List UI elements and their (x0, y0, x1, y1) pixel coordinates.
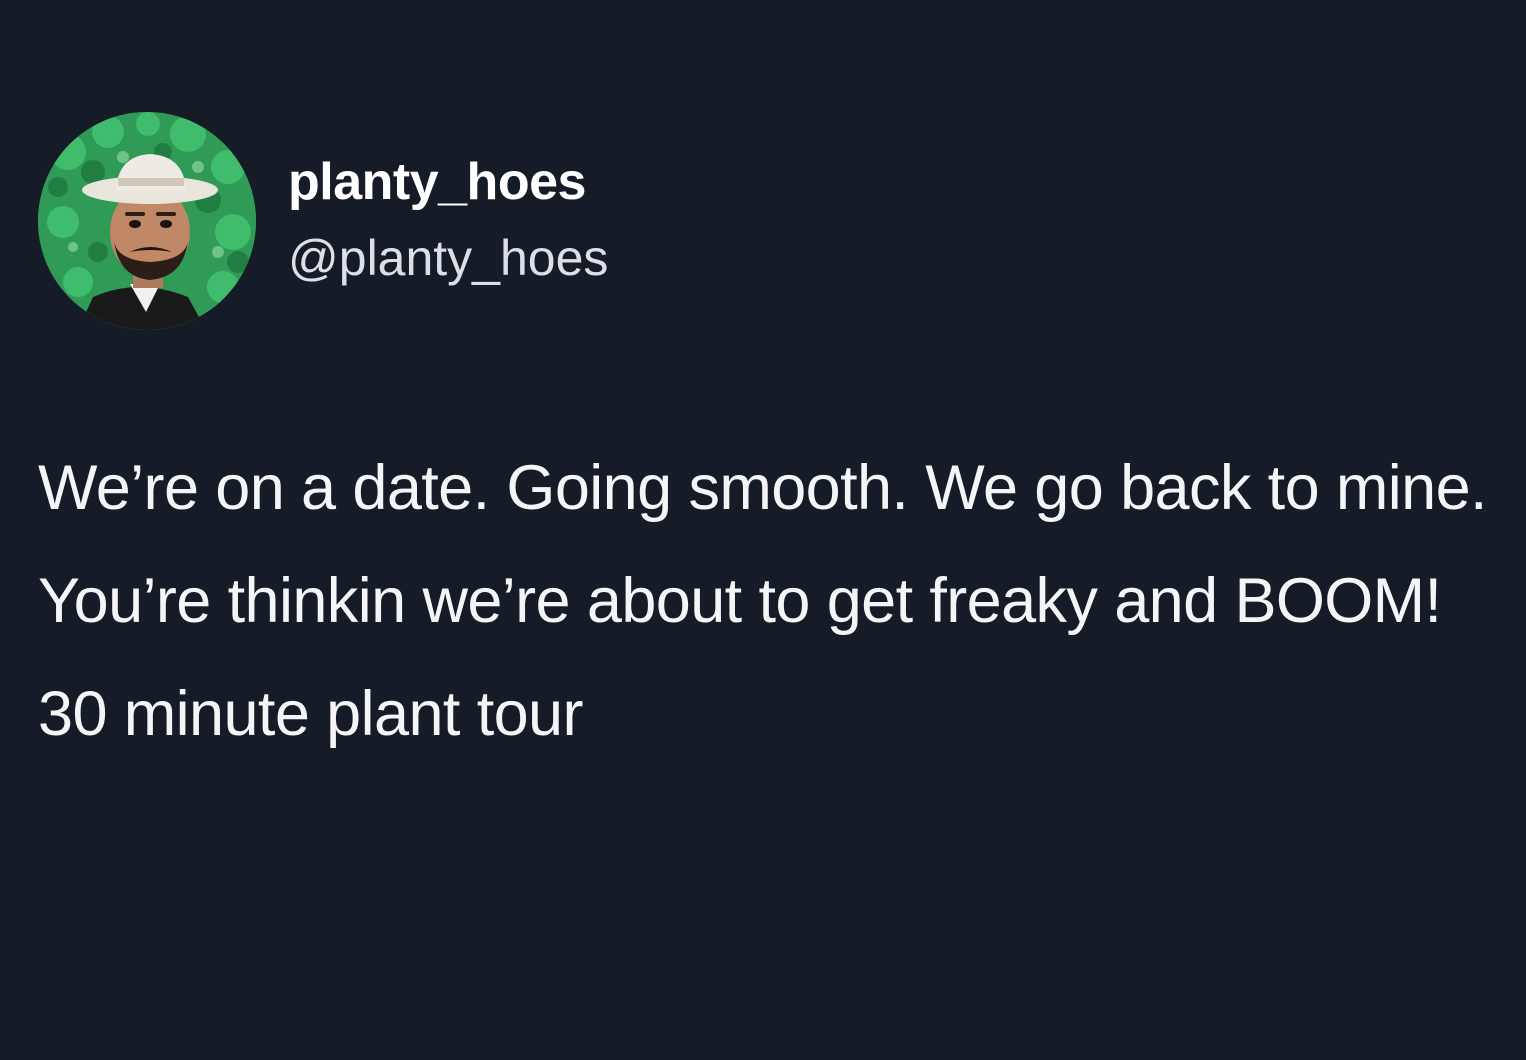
tweet-text: We’re on a date. Going smooth. We go bac… (38, 453, 1488, 749)
avatar-photo-icon (38, 112, 256, 330)
display-name[interactable]: planty_hoes (288, 152, 608, 212)
user-handle[interactable]: @planty_hoes (288, 228, 608, 288)
tweet-card: planty_hoes @planty_hoes We’re on a date… (0, 0, 1526, 1060)
avatar[interactable] (38, 112, 256, 330)
tweet-header: planty_hoes @planty_hoes (38, 112, 938, 334)
author-names: planty_hoes @planty_hoes (288, 152, 608, 288)
